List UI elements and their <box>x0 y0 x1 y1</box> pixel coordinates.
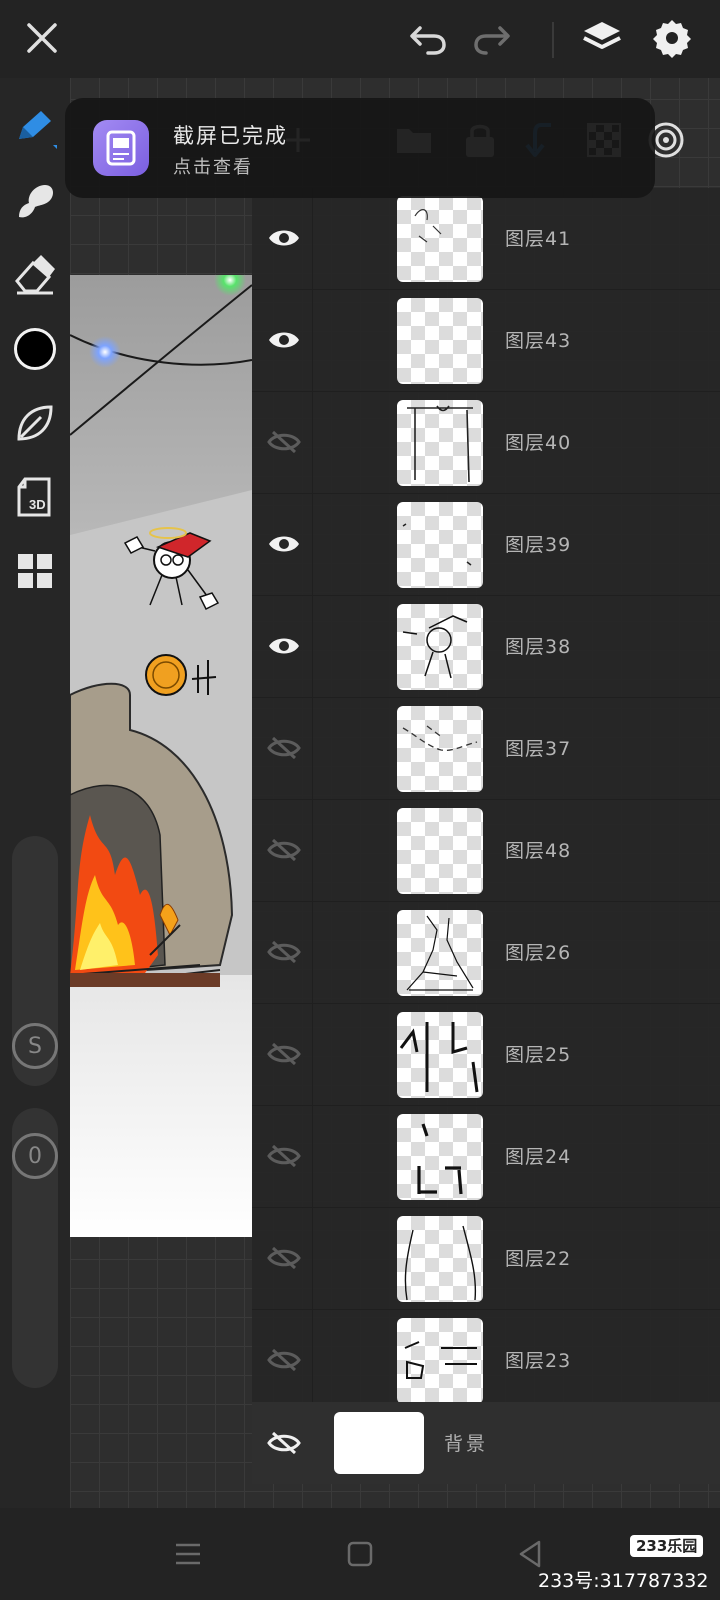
row-divider <box>312 290 313 391</box>
layer-row[interactable]: 图层24 <box>252 1106 720 1209</box>
eye-hidden-icon[interactable] <box>260 1234 308 1282</box>
layer-name: 图层40 <box>505 432 572 454</box>
top-toolbar <box>0 0 720 78</box>
layer-row[interactable]: 图层38 <box>252 596 720 699</box>
left-toolbar: 3D S 0 <box>0 78 70 1508</box>
layer-thumbnail[interactable] <box>397 196 483 282</box>
layer-thumbnail[interactable] <box>397 298 483 384</box>
eye-hidden-icon[interactable] <box>260 1419 308 1467</box>
layer-name: 图层25 <box>505 1044 572 1066</box>
layer-row[interactable]: 图层23 <box>252 1310 720 1402</box>
home-nav-icon[interactable] <box>336 1530 384 1578</box>
eye-visible-icon[interactable] <box>260 214 308 262</box>
layer-name: 图层23 <box>505 1350 572 1372</box>
opacity-label[interactable]: 0 <box>12 1133 58 1179</box>
row-divider <box>312 902 313 1003</box>
layer-thumbnail[interactable] <box>397 1318 483 1402</box>
leaf-icon[interactable] <box>10 398 60 448</box>
layer-thumbnail[interactable] <box>397 1216 483 1302</box>
eye-visible-icon[interactable] <box>260 316 308 364</box>
eye-hidden-icon[interactable] <box>260 928 308 976</box>
layer-name: 图层22 <box>505 1248 572 1270</box>
layers-icon[interactable] <box>578 14 626 62</box>
eye-hidden-icon[interactable] <box>260 1030 308 1078</box>
screenshot-notification[interactable]: 截屏已完成 点击查看 <box>65 98 655 198</box>
row-divider <box>312 188 313 289</box>
color-swatch[interactable] <box>10 324 60 374</box>
redo-icon[interactable] <box>468 14 516 62</box>
canvas-artwork[interactable] <box>70 275 252 1237</box>
layer-row[interactable]: 图层41 <box>252 188 720 291</box>
row-divider <box>312 800 313 901</box>
layer-name: 图层41 <box>505 228 572 250</box>
row-divider <box>312 698 313 799</box>
row-divider <box>312 494 313 595</box>
layer-row[interactable]: 图层43 <box>252 290 720 393</box>
layer-thumbnail[interactable] <box>397 1012 483 1098</box>
layer-row[interactable]: 图层40 <box>252 392 720 495</box>
background-layer-thumbnail <box>334 1412 424 1474</box>
background-layer-row[interactable]: 背景 <box>252 1402 720 1484</box>
row-divider <box>312 1310 313 1402</box>
layer-row[interactable]: 图层37 <box>252 698 720 801</box>
layer-row[interactable]: 图层39 <box>252 494 720 597</box>
eye-hidden-icon[interactable] <box>260 724 308 772</box>
screenshot-app-icon <box>93 120 149 176</box>
layer-name: 图层43 <box>505 330 572 352</box>
watermark-id: 233号:317787332 <box>538 1570 709 1592</box>
layer-name: 图层38 <box>505 636 572 658</box>
layer-name: 图层39 <box>505 534 572 556</box>
layer-row[interactable]: 图层48 <box>252 800 720 903</box>
3d-label: 3D <box>29 497 46 512</box>
watermark-badge: 233乐园 <box>630 1535 704 1557</box>
apps-grid-icon[interactable] <box>10 546 60 596</box>
size-label[interactable]: S <box>12 1023 58 1069</box>
close-icon[interactable] <box>18 14 66 62</box>
layer-row[interactable]: 图层22 <box>252 1208 720 1311</box>
layer-thumbnail[interactable] <box>397 502 483 588</box>
row-divider <box>312 392 313 493</box>
layer-thumbnail[interactable] <box>397 1114 483 1200</box>
eye-hidden-icon[interactable] <box>260 1132 308 1180</box>
menu-nav-icon[interactable] <box>164 1530 212 1578</box>
layers-panel: 图层41 图层43 图层40 图层39 图层38 图层37 图层48 图层26 图层25 图层24… <box>252 188 720 1402</box>
layer-thumbnail[interactable] <box>397 910 483 996</box>
notification-subtitle: 点击查看 <box>173 157 253 178</box>
settings-gear-icon[interactable] <box>648 14 696 62</box>
layer-thumbnail[interactable] <box>397 808 483 894</box>
eye-visible-icon[interactable] <box>260 520 308 568</box>
eraser-icon[interactable] <box>10 250 60 300</box>
eye-visible-icon[interactable] <box>260 622 308 670</box>
layer-name: 图层37 <box>505 738 572 760</box>
toolbar-divider <box>552 22 554 58</box>
layer-row[interactable]: 图层25 <box>252 1004 720 1107</box>
layer-name: 图层24 <box>505 1146 572 1168</box>
eye-hidden-icon[interactable] <box>260 418 308 466</box>
layer-thumbnail[interactable] <box>397 400 483 486</box>
pencil-icon[interactable] <box>10 102 60 152</box>
layer-thumbnail[interactable] <box>397 706 483 792</box>
layer-thumbnail[interactable] <box>397 604 483 690</box>
smudge-icon[interactable] <box>10 176 60 226</box>
undo-icon[interactable] <box>404 14 452 62</box>
row-divider <box>312 1106 313 1207</box>
layer-name: 图层26 <box>505 942 572 964</box>
app-root: 3D S 0 图层41 图层43 图层40 图层39 图层38 图层37 图层48 图层26 图… <box>0 0 720 1600</box>
layer-row[interactable]: 图层26 <box>252 902 720 1005</box>
notification-title: 截屏已完成 <box>173 124 288 148</box>
3d-model-icon[interactable]: 3D <box>10 472 60 522</box>
eye-hidden-icon[interactable] <box>260 1336 308 1384</box>
row-divider <box>312 596 313 697</box>
background-layer-name: 背景 <box>444 1433 489 1455</box>
layer-name: 图层48 <box>505 840 572 862</box>
eye-hidden-icon[interactable] <box>260 826 308 874</box>
row-divider <box>312 1004 313 1105</box>
row-divider <box>312 1208 313 1309</box>
